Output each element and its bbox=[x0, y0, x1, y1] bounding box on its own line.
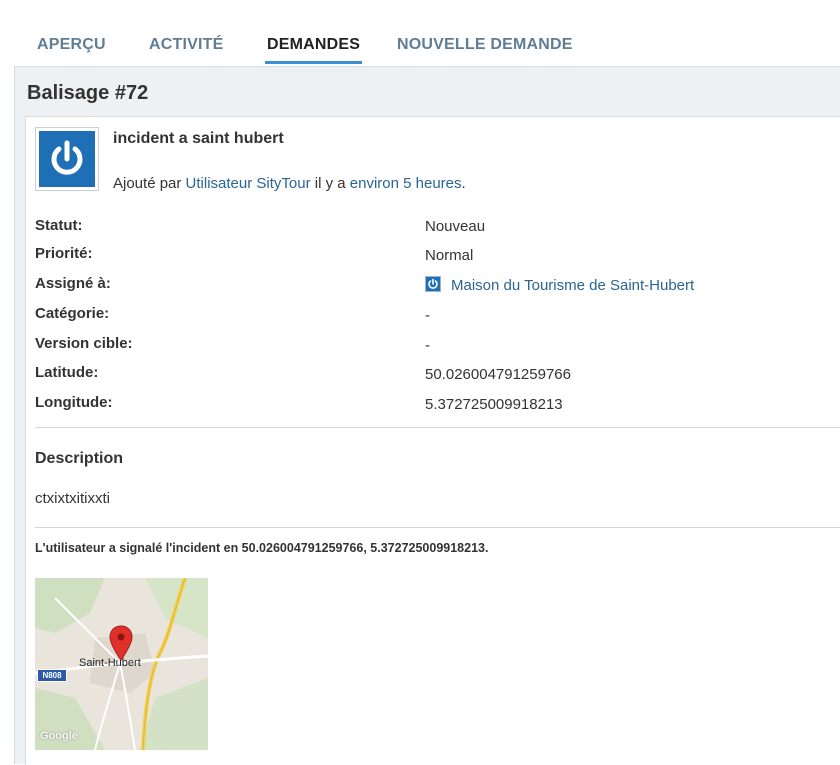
target-version-label: Version cible: bbox=[35, 335, 133, 352]
author-link[interactable]: Utilisateur SityTour bbox=[186, 175, 311, 192]
tab-apercu[interactable]: APERÇU bbox=[37, 36, 106, 54]
road-badge: N808 bbox=[37, 669, 67, 682]
divider bbox=[35, 427, 840, 428]
google-attribution: Google bbox=[40, 730, 78, 742]
category-value: - bbox=[425, 307, 430, 324]
latitude-label: Latitude: bbox=[35, 364, 99, 381]
status-label: Statut: bbox=[35, 217, 83, 234]
location-map[interactable]: Saint-Hubert N808 Google bbox=[35, 578, 208, 750]
tab-activite[interactable]: ACTIVITÉ bbox=[149, 36, 224, 54]
tab-nouvelle-demande[interactable]: NOUVELLE DEMANDE bbox=[397, 36, 573, 54]
latitude-value: 50.026004791259766 bbox=[425, 366, 571, 383]
age-link[interactable]: environ 5 heures bbox=[350, 175, 462, 192]
assignee-link[interactable]: Maison du Tourisme de Saint-Hubert bbox=[451, 277, 694, 294]
description-heading: Description bbox=[35, 450, 124, 467]
added-by-line: Ajouté par Utilisateur SityTour il y a e… bbox=[113, 175, 466, 192]
added-prefix: Ajouté par bbox=[113, 175, 186, 192]
priority-label: Priorité: bbox=[35, 245, 93, 262]
issue-subject: incident a saint hubert bbox=[113, 130, 284, 147]
priority-value: Normal bbox=[425, 247, 474, 264]
power-icon bbox=[39, 131, 95, 187]
target-version-value: - bbox=[425, 337, 430, 354]
reported-location: L'utilisateur a signalé l'incident en 50… bbox=[35, 541, 489, 555]
tab-demandes[interactable]: DEMANDES bbox=[264, 36, 363, 64]
longitude-value: 5.372725009918213 bbox=[425, 396, 563, 413]
author-avatar bbox=[35, 127, 99, 191]
longitude-label: Longitude: bbox=[35, 394, 113, 411]
assignee-label: Assigné à: bbox=[35, 275, 111, 292]
status-value: Nouveau bbox=[425, 218, 486, 235]
added-suffix: . bbox=[461, 175, 466, 192]
page-title: Balisage #72 bbox=[27, 82, 149, 104]
project-tabs: APERÇU ACTIVITÉ DEMANDES NOUVELLE DEMAND… bbox=[0, 0, 840, 66]
assignee-power-icon bbox=[425, 276, 441, 292]
category-label: Catégorie: bbox=[35, 305, 110, 322]
description-text: ctxixtxitixxti bbox=[35, 490, 110, 507]
assignee-value: Maison du Tourisme de Saint-Hubert bbox=[425, 276, 694, 294]
map-marker-icon bbox=[109, 625, 133, 661]
added-middle: il y a bbox=[310, 175, 350, 192]
divider bbox=[35, 527, 840, 528]
